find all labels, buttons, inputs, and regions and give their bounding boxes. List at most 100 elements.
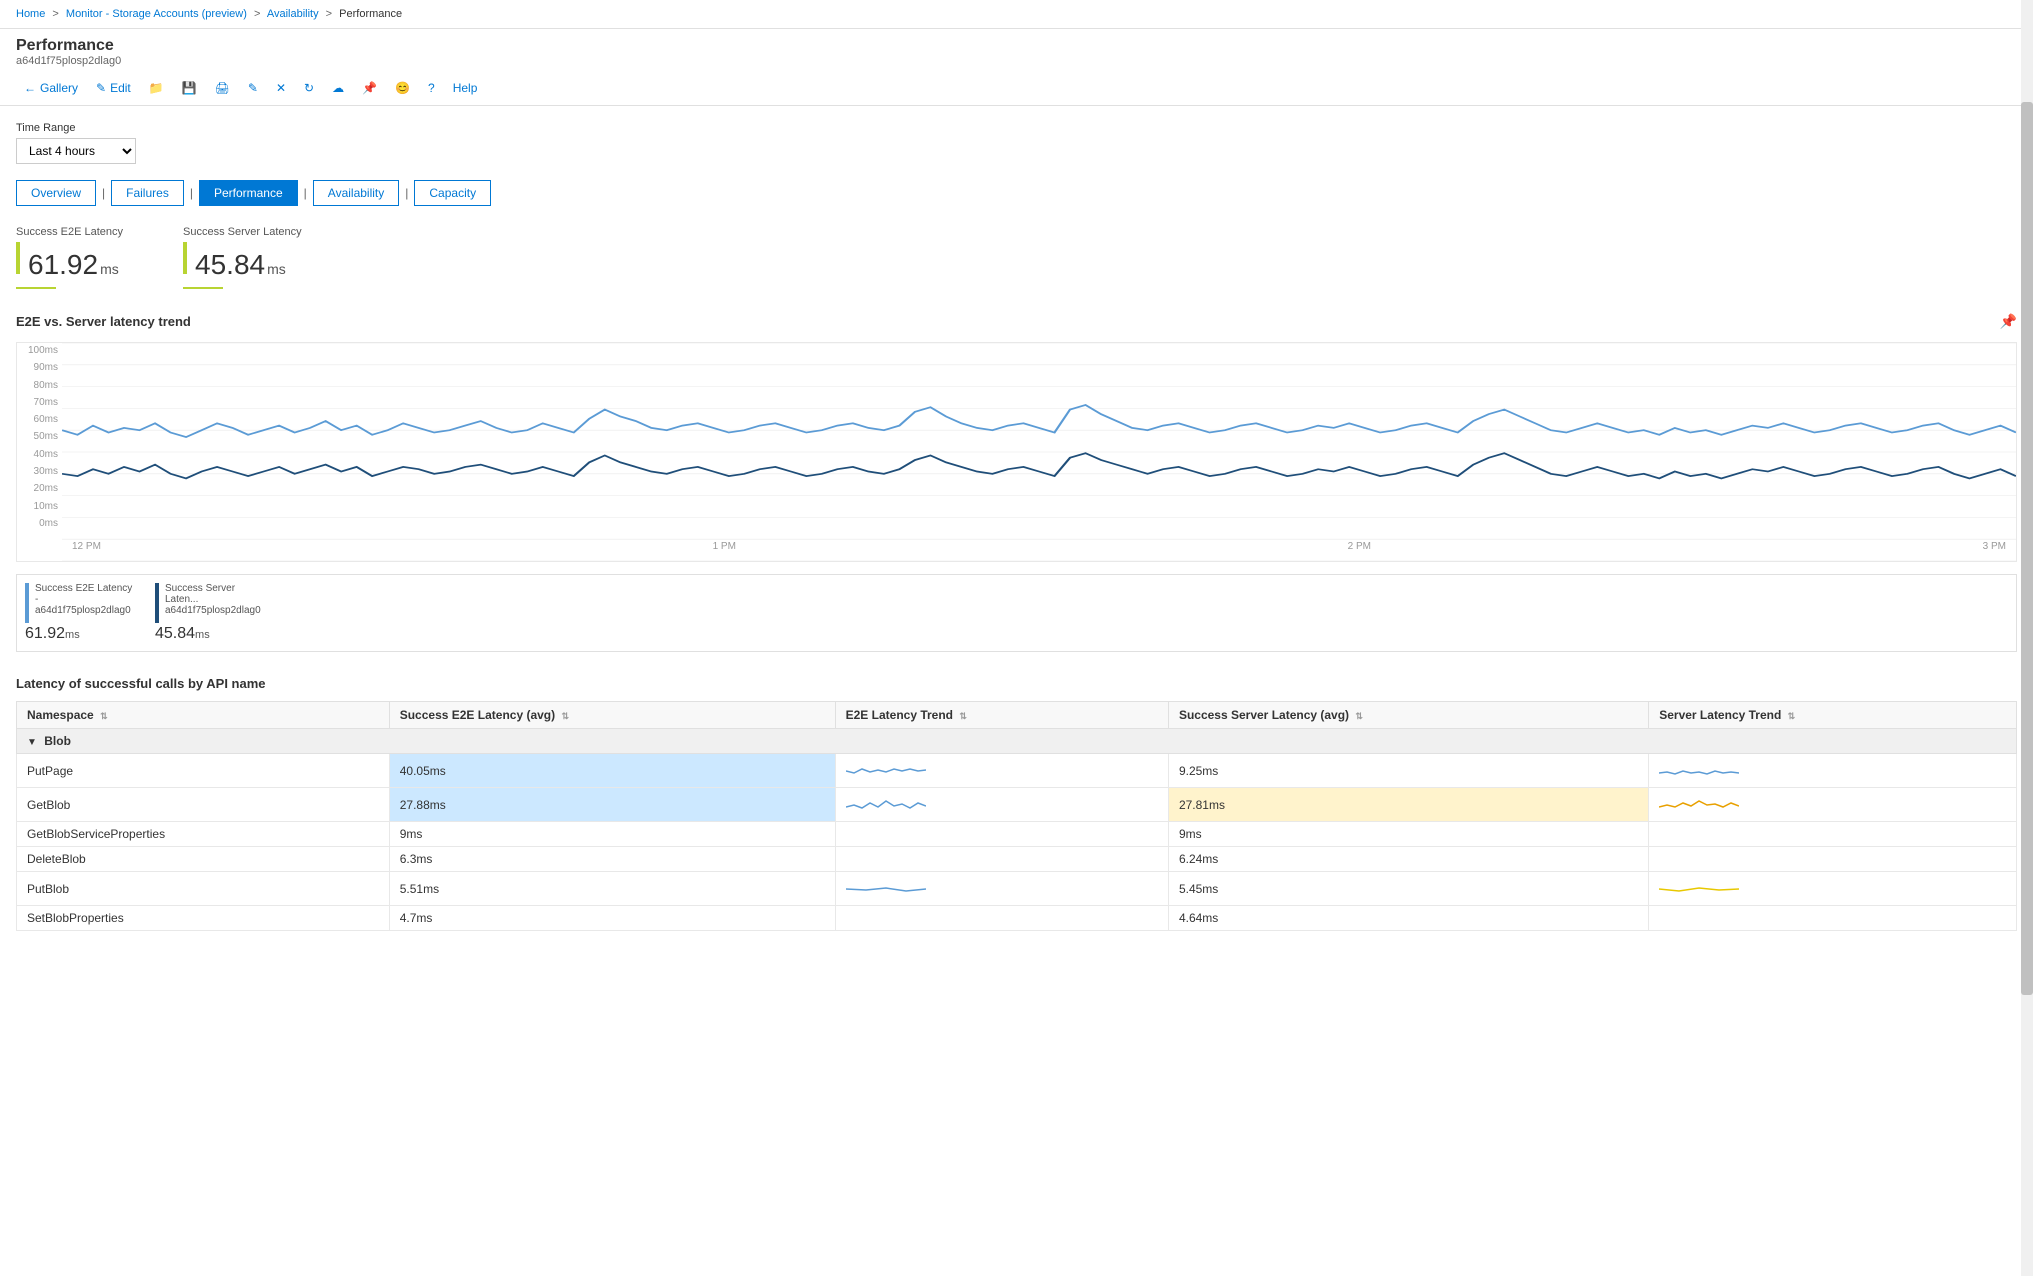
edit-button[interactable]: ✎ Edit	[88, 77, 139, 99]
cell-e2e-putblob: 5.51ms	[389, 872, 835, 906]
y-label-60: 60ms	[17, 414, 58, 425]
time-range-select[interactable]: Last 4 hours Last 1 hour Last 12 hours L…	[16, 138, 136, 164]
col-namespace[interactable]: Namespace ⇅	[17, 702, 390, 729]
pin-button[interactable]: 📌	[354, 77, 385, 99]
pencil-icon: ✎	[248, 81, 258, 95]
y-label-80: 80ms	[17, 380, 58, 391]
legend-server-label: Success Server Laten...	[165, 583, 265, 605]
col-e2e-latency[interactable]: Success E2E Latency (avg) ⇅	[389, 702, 835, 729]
cloud-icon: ☁	[332, 81, 344, 95]
scrollbar-thumb[interactable]	[2021, 102, 2033, 995]
cell-e2e-getblob: 27.88ms	[389, 788, 835, 822]
gallery-button[interactable]: ← Gallery	[16, 77, 86, 99]
question-button[interactable]: ?	[420, 77, 443, 99]
chart-container: 100ms 90ms 80ms 70ms 60ms 50ms 40ms 30ms…	[16, 342, 2017, 562]
sparkline-server-getblob	[1659, 793, 1739, 813]
breadcrumb-availability[interactable]: Availability	[267, 8, 319, 20]
cell-e2e-trend-putblob	[835, 872, 1168, 906]
chart-section: E2E vs. Server latency trend 📌 100ms 90m…	[16, 313, 2017, 652]
group-expand-icon[interactable]: ▼	[27, 737, 37, 748]
legend-server: Success Server Laten... a64d1f75plosp2dl…	[155, 583, 265, 643]
legend-e2e-sublabel: a64d1f75plosp2dlag0	[35, 605, 135, 616]
emoji-button[interactable]: 😊	[387, 77, 418, 99]
metric-server-unit: ms	[267, 261, 286, 277]
tab-performance[interactable]: Performance	[199, 180, 298, 206]
close-button[interactable]: ✕	[268, 77, 294, 99]
x-label-12pm: 12 PM	[72, 541, 101, 552]
toolbar: ← Gallery ✎ Edit 📁 💾 🖨 ✎ ✕ ↻ ☁ 📌 😊 ? Hel…	[0, 71, 2033, 106]
legend-server-sublabel: a64d1f75plosp2dlag0	[165, 605, 265, 616]
table-row: PutPage 40.05ms 9.25ms	[17, 754, 2017, 788]
legend-server-color	[155, 583, 159, 623]
x-label-1pm: 1 PM	[713, 541, 736, 552]
sparkline-e2e-putblob	[846, 877, 926, 897]
metric-e2e-latency: Success E2E Latency 61.92 ms	[16, 226, 123, 289]
close-icon: ✕	[276, 81, 286, 95]
legend-e2e-value: 61.92ms	[25, 625, 135, 643]
col-server-latency-label: Success Server Latency (avg)	[1179, 708, 1349, 722]
metric-e2e-label: Success E2E Latency	[16, 226, 123, 238]
tabs-section: Overview | Failures | Performance | Avai…	[16, 180, 2017, 206]
col-e2e-trend-sort: ⇅	[959, 711, 967, 721]
metric-server-bar	[183, 242, 187, 274]
breadcrumb-current: Performance	[339, 8, 402, 20]
cell-server-putpage: 9.25ms	[1168, 754, 1648, 788]
legend-e2e-number: 61.92	[25, 625, 65, 642]
chart-title-text: E2E vs. Server latency trend	[16, 314, 191, 329]
legend-server-value: 45.84ms	[155, 625, 265, 643]
y-label-30: 30ms	[17, 466, 58, 477]
tab-availability[interactable]: Availability	[313, 180, 399, 206]
metric-e2e-underline	[16, 287, 56, 289]
y-label-40: 40ms	[17, 449, 58, 460]
col-namespace-sort: ⇅	[100, 711, 108, 721]
breadcrumb-monitor[interactable]: Monitor - Storage Accounts (preview)	[66, 8, 247, 20]
col-server-trend[interactable]: Server Latency Trend ⇅	[1649, 702, 2017, 729]
legend-e2e: Success E2E Latency - a64d1f75plosp2dlag…	[25, 583, 135, 643]
help-label: Help	[453, 81, 478, 95]
tab-failures[interactable]: Failures	[111, 180, 184, 206]
tab-capacity[interactable]: Capacity	[414, 180, 491, 206]
refresh-icon: ↻	[304, 81, 314, 95]
table-row: SetBlobProperties 4.7ms 4.64ms	[17, 906, 2017, 931]
gallery-icon: ←	[24, 81, 36, 95]
metric-server-number: 45.84	[195, 249, 265, 281]
chart-svg	[62, 343, 2016, 561]
latency-table-section: Latency of successful calls by API name …	[16, 676, 2017, 931]
y-label-90: 90ms	[17, 362, 58, 373]
gallery-label: Gallery	[40, 81, 78, 95]
metric-server-latency: Success Server Latency 45.84 ms	[183, 226, 302, 289]
col-server-trend-sort: ⇅	[1788, 711, 1796, 721]
breadcrumb-home[interactable]: Home	[16, 8, 45, 20]
chart-pin-icon[interactable]: 📌	[2000, 313, 2017, 330]
pencil-button[interactable]: ✎	[240, 77, 266, 99]
chart-x-axis: 12 PM 1 PM 2 PM 3 PM	[62, 531, 2016, 561]
page-title: Performance	[16, 37, 2017, 55]
col-e2e-trend[interactable]: E2E Latency Trend ⇅	[835, 702, 1168, 729]
help-button[interactable]: Help	[445, 77, 486, 99]
tab-overview[interactable]: Overview	[16, 180, 96, 206]
save-button[interactable]: 💾	[174, 77, 205, 99]
cell-namespace-getblob: GetBlob	[17, 788, 390, 822]
cell-e2e-trend-deleteblob	[835, 847, 1168, 872]
table-group-blob: ▼ Blob	[17, 729, 2017, 754]
col-server-latency[interactable]: Success Server Latency (avg) ⇅	[1168, 702, 1648, 729]
cell-namespace-putpage: PutPage	[17, 754, 390, 788]
main-content: Time Range Last 4 hours Last 1 hour Last…	[0, 106, 2033, 1272]
refresh-button[interactable]: ↻	[296, 77, 322, 99]
cell-namespace-setblobprops: SetBlobProperties	[17, 906, 390, 931]
legend-server-header: Success Server Laten... a64d1f75plosp2dl…	[155, 583, 265, 623]
table-row: DeleteBlob 6.3ms 6.24ms	[17, 847, 2017, 872]
print-icon: 🖨	[215, 81, 230, 95]
folder-button[interactable]: 📁	[141, 77, 172, 99]
folder-icon: 📁	[149, 81, 164, 95]
col-namespace-label: Namespace	[27, 708, 94, 722]
cell-e2e-trend-getblobservice	[835, 822, 1168, 847]
cell-server-deleteblob: 6.24ms	[1168, 847, 1648, 872]
metric-server-label: Success Server Latency	[183, 226, 302, 238]
cloud-button[interactable]: ☁	[324, 77, 352, 99]
x-label-2pm: 2 PM	[1348, 541, 1371, 552]
scrollbar-track	[2021, 0, 2033, 1276]
question-icon: ?	[428, 81, 435, 95]
legend-e2e-header: Success E2E Latency - a64d1f75plosp2dlag…	[25, 583, 135, 623]
print-button[interactable]: 🖨	[207, 77, 238, 99]
